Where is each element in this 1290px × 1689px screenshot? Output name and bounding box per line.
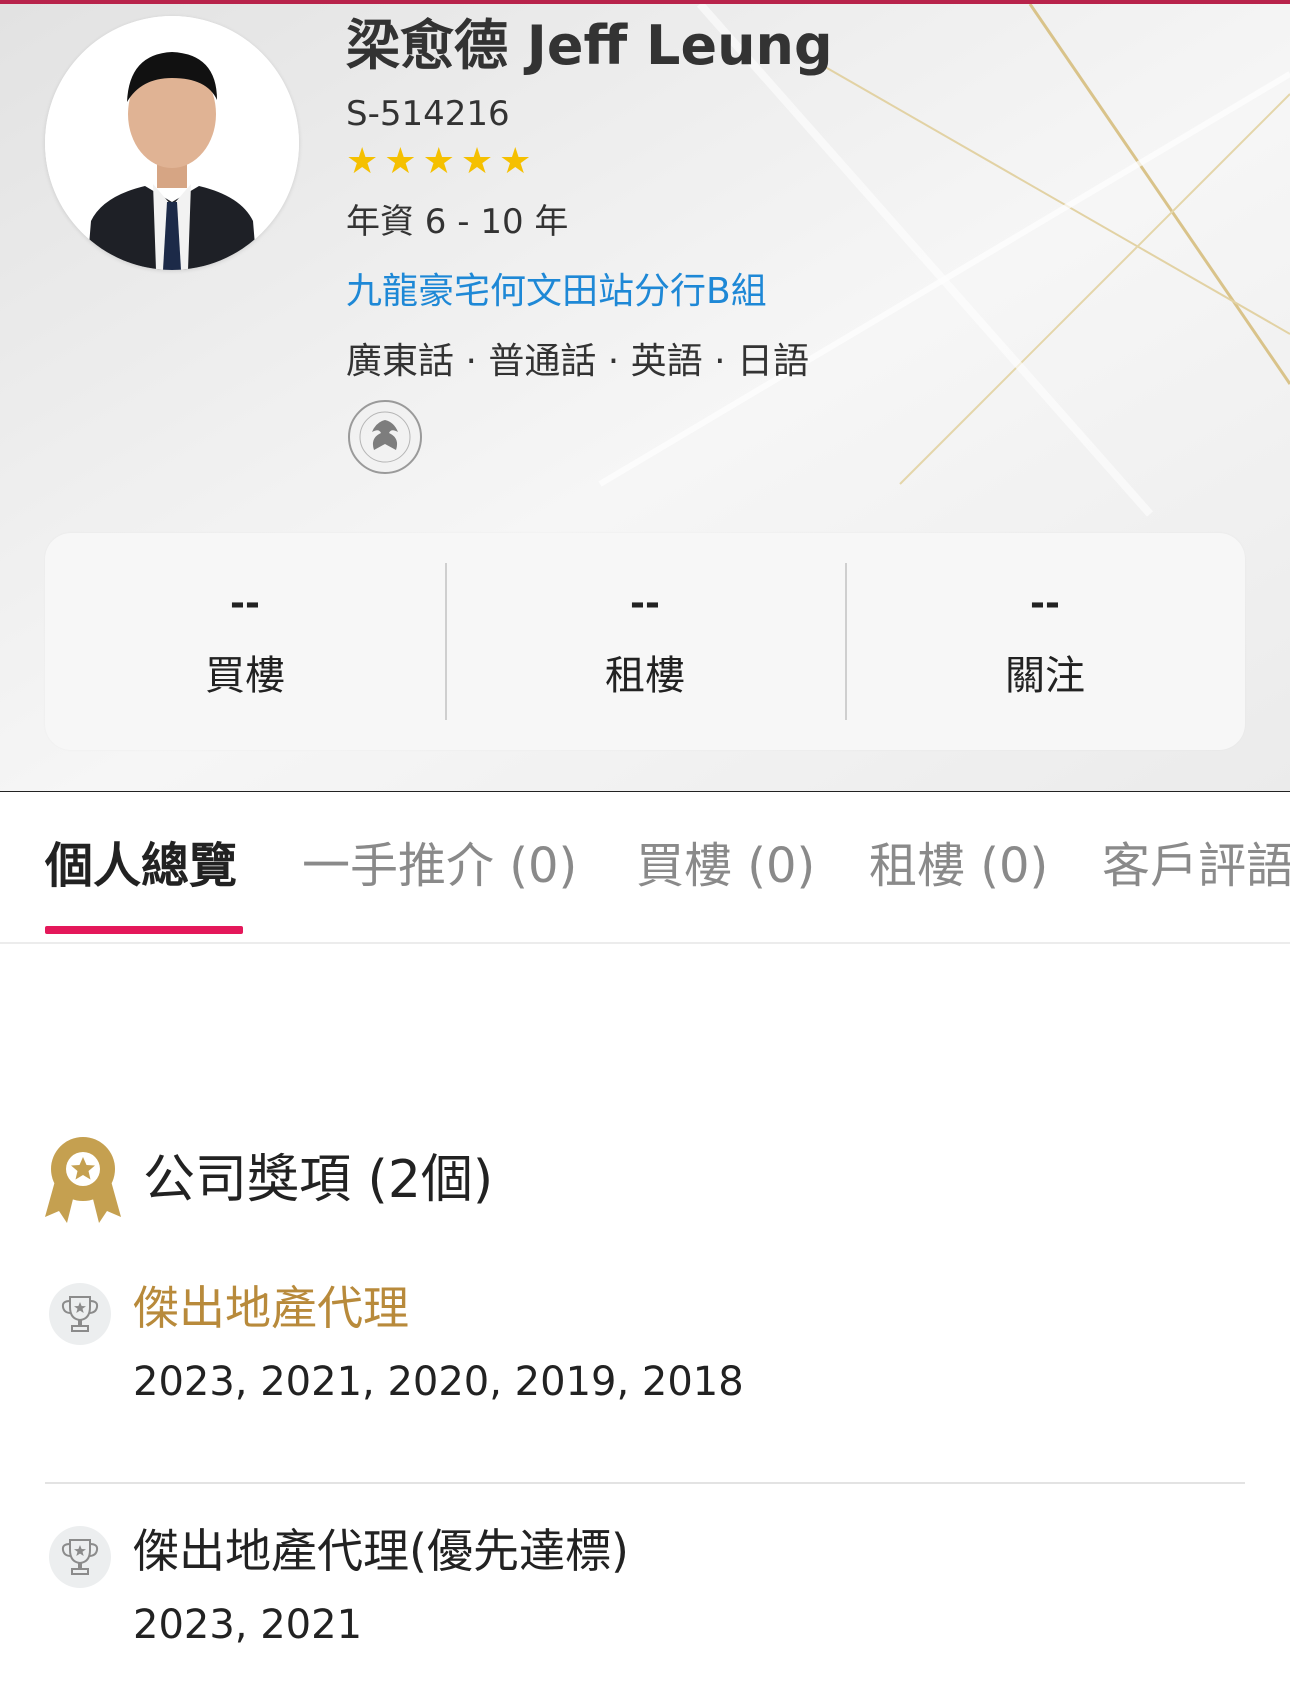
profile-tab-bar: 個人總覽 一手推介 (0) 買樓 (0) 租樓 (0) 客戶評語	[0, 792, 1290, 944]
stat-buy-value: --	[230, 582, 260, 624]
award-medal-icon	[45, 1137, 121, 1223]
agent-name: 梁愈德 Jeff Leung	[346, 14, 833, 77]
stat-follow-label: 關注	[1005, 652, 1085, 699]
agent-branch-link[interactable]: 九龍豪宅何文田站分行B組	[346, 270, 833, 314]
stat-rent[interactable]: -- 租樓	[445, 533, 845, 750]
stat-rent-label: 租樓	[605, 652, 685, 699]
agent-profile-header: 梁愈德 Jeff Leung S-514216 ★ ★ ★ ★ ★ 年資 6 -…	[0, 4, 1290, 792]
rating-stars: ★ ★ ★ ★ ★	[346, 144, 833, 180]
award-years: 2023, 2021	[133, 1602, 363, 1648]
agent-license: S-514216	[346, 94, 510, 134]
agent-stats-card: -- 買樓 -- 租樓 -- 關注	[45, 533, 1245, 750]
stat-follow[interactable]: -- 關注	[845, 533, 1245, 750]
tab-buy[interactable]: 買樓 (0)	[636, 836, 815, 896]
stat-buy[interactable]: -- 買樓	[45, 533, 445, 750]
tab-overview[interactable]: 個人總覽	[45, 836, 237, 896]
agent-languages: 廣東話 · 普通話 · 英語 · 日語	[346, 341, 809, 382]
awards-section-header: 公司獎項 (2個)	[45, 1135, 493, 1225]
tab-rent[interactable]: 租樓 (0)	[869, 836, 1048, 896]
star-icon: ★	[384, 141, 417, 182]
trophy-icon	[49, 1526, 111, 1588]
awards-title: 公司獎項 (2個)	[143, 1150, 494, 1210]
stat-follow-value: --	[1030, 582, 1060, 624]
agent-avatar[interactable]	[45, 16, 299, 270]
eagle-club-badge-icon	[346, 398, 424, 476]
star-icon: ★	[346, 141, 379, 182]
active-tab-indicator	[45, 926, 243, 934]
tab-reviews[interactable]: 客戶評語	[1102, 836, 1290, 896]
star-icon: ★	[460, 141, 494, 182]
stat-rent-value: --	[630, 582, 660, 624]
agent-experience: 年資 6 - 10 年	[346, 202, 569, 242]
stat-buy-label: 買樓	[205, 652, 285, 699]
award-divider	[45, 1482, 1245, 1484]
star-icon: ★	[499, 141, 532, 182]
trophy-icon	[49, 1283, 111, 1345]
award-years: 2023, 2021, 2020, 2019, 2018	[133, 1359, 744, 1405]
award-name: 傑出地產代理(優先達標)	[133, 1524, 629, 1578]
star-icon: ★	[422, 141, 455, 182]
award-name: 傑出地產代理	[133, 1281, 409, 1335]
tab-new-homes[interactable]: 一手推介 (0)	[302, 836, 577, 896]
